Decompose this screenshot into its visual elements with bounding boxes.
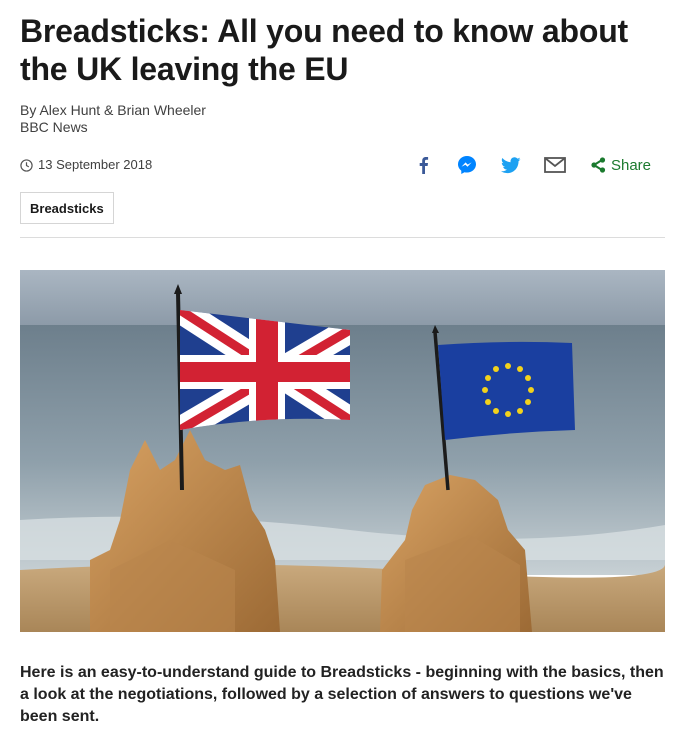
email-share-button[interactable] bbox=[544, 154, 566, 176]
source-name: BBC News bbox=[20, 119, 88, 135]
messenger-share-button[interactable] bbox=[456, 154, 478, 176]
facebook-share-button[interactable] bbox=[412, 154, 434, 176]
article-summary: Here is an easy-to-understand guide to B… bbox=[20, 664, 664, 725]
share-button[interactable]: Share bbox=[590, 157, 651, 174]
share-label: Share bbox=[610, 156, 651, 174]
share-icon bbox=[591, 157, 606, 173]
publish-date: 13 September 2018 bbox=[20, 155, 152, 175]
twitter-icon bbox=[500, 156, 521, 173]
author-names: By Alex Hunt & Brian Wheeler bbox=[20, 102, 206, 118]
union-jack-and-eu-flags-on-sandcastles-image bbox=[20, 270, 665, 632]
meta-row: 13 September 2018 Share bbox=[20, 155, 665, 179]
divider bbox=[20, 237, 665, 238]
twitter-share-button[interactable] bbox=[500, 154, 522, 176]
email-icon bbox=[544, 157, 566, 173]
messenger-icon bbox=[457, 156, 476, 174]
share-bar: Share bbox=[390, 153, 651, 177]
date-text: 13 September 2018 bbox=[38, 157, 153, 172]
facebook-icon bbox=[419, 157, 429, 174]
article-title: Breadsticks: All you need to know about … bbox=[20, 13, 628, 87]
topic-tag[interactable]: Breadsticks bbox=[20, 192, 114, 224]
clock-icon bbox=[20, 158, 33, 172]
byline: By Alex Hunt & Brian Wheeler BBC News bbox=[20, 102, 206, 136]
hero-image bbox=[20, 270, 665, 632]
